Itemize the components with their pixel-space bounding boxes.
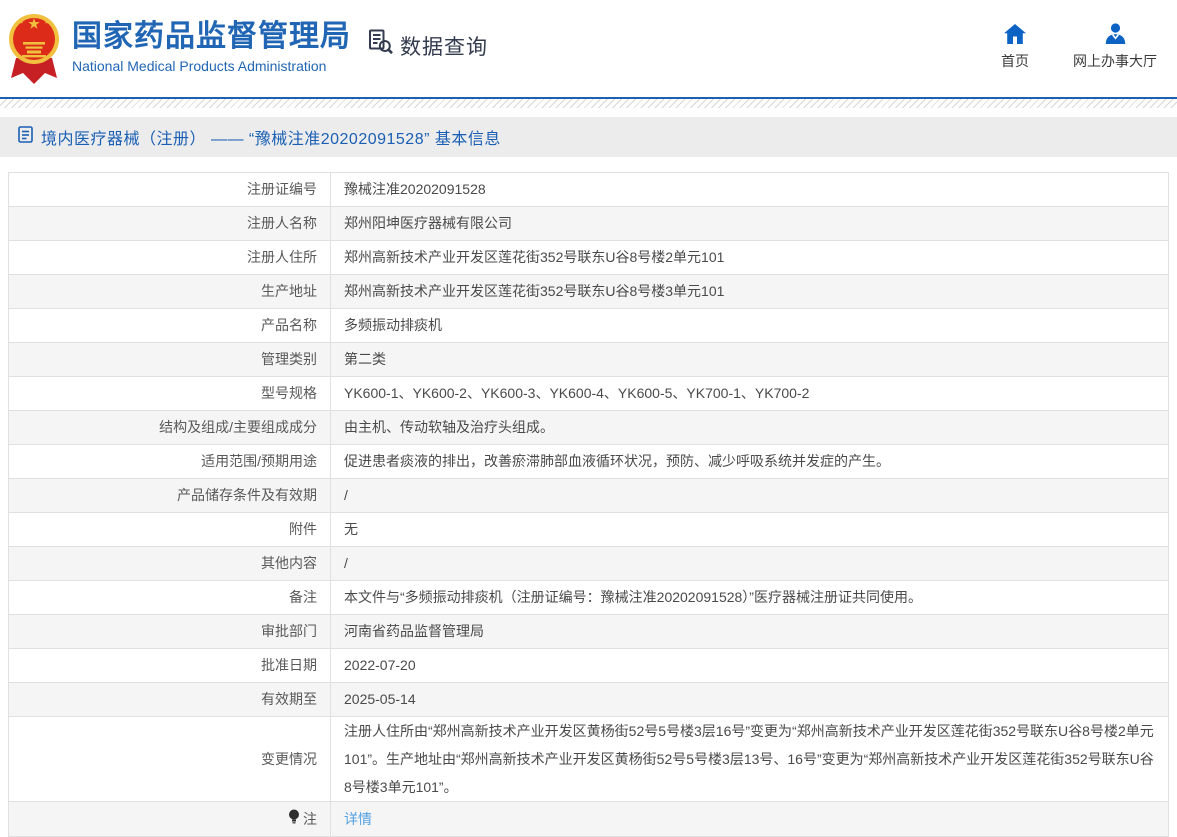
row-label: 产品名称 [8, 308, 331, 343]
table-row: 有效期至 2025-05-14 [8, 682, 1169, 717]
note-bulb-icon [288, 809, 300, 829]
row-label: 型号规格 [8, 376, 331, 411]
row-label: 生产地址 [8, 274, 331, 309]
row-value: 由主机、传动软轴及治疗头组成。 [330, 410, 1169, 445]
user-icon [1105, 22, 1126, 44]
page: 国家药品监督管理局 National Medical Products Admi… [0, 0, 1177, 837]
table-row: 注册人名称 郑州阳坤医疗器械有限公司 [8, 206, 1169, 241]
table-row: 管理类别 第二类 [8, 342, 1169, 377]
row-value: / [330, 546, 1169, 581]
document-search-icon [368, 29, 393, 62]
table-row: 生产地址 郑州高新技术产业开发区莲花街352号联东U谷8号楼3单元101 [8, 274, 1169, 309]
row-value: / [330, 478, 1169, 513]
nav-item-online-hall[interactable]: 网上办事大厅 [1073, 22, 1157, 71]
row-value: 河南省药品监督管理局 [330, 614, 1169, 649]
nav-item-label: 网上办事大厅 [1073, 53, 1157, 69]
nav-item-home[interactable]: 首页 [1001, 22, 1029, 71]
document-icon [18, 126, 33, 148]
row-value: 2022-07-20 [330, 648, 1169, 683]
row-value: 本文件与“多频振动排痰机（注册证编号：豫械注准20202091528）”医疗器械… [330, 580, 1169, 615]
registration-info-table: 注册证编号 豫械注准20202091528 注册人名称 郑州阳坤医疗器械有限公司… [8, 172, 1169, 837]
table-row: 注册证编号 豫械注准20202091528 [8, 172, 1169, 207]
row-label: 变更情况 [8, 716, 331, 802]
table-row: 产品储存条件及有效期 / [8, 478, 1169, 513]
row-value: 郑州高新技术产业开发区莲花街352号联东U谷8号楼3单元101 [330, 274, 1169, 309]
row-value: 促进患者痰液的排出，改善瘀滞肺部血液循环状况，预防、减少呼吸系统并发症的产生。 [330, 444, 1169, 479]
home-icon [1004, 22, 1026, 44]
row-label: 批准日期 [8, 648, 331, 683]
table-row: 审批部门 河南省药品监督管理局 [8, 614, 1169, 649]
row-value: 豫械注准20202091528 [330, 172, 1169, 207]
row-label: 其他内容 [8, 546, 331, 581]
row-label: 审批部门 [8, 614, 331, 649]
row-label: 适用范围/预期用途 [8, 444, 331, 479]
org-name-en: National Medical Products Administration [72, 57, 327, 74]
row-label: 结构及组成/主要组成成分 [8, 410, 331, 445]
table-row: 批准日期 2022-07-20 [8, 648, 1169, 683]
org-title-block: 国家药品监督管理局 National Medical Products Admi… [72, 8, 351, 74]
page-title-bar: 境内医疗器械（注册） —— “豫械注准20202091528” 基本信息 [0, 117, 1177, 157]
hatched-strip [0, 99, 1177, 108]
table-row-change-info: 变更情况 注册人住所由“郑州高新技术产业开发区黄杨街52号5号楼3层16号”变更… [8, 716, 1169, 802]
row-value: 2025-05-14 [330, 682, 1169, 717]
row-value: 无 [330, 512, 1169, 547]
detail-link[interactable]: 详情 [344, 811, 372, 827]
table-row: 注册人住所 郑州高新技术产业开发区莲花街352号联东U谷8号楼2单元101 [8, 240, 1169, 275]
table-row: 型号规格 YK600-1、YK600-2、YK600-3、YK600-4、YK6… [8, 376, 1169, 411]
data-query-label: 数据查询 [400, 35, 488, 59]
row-label: 注册人住所 [8, 240, 331, 275]
row-label: 注册人名称 [8, 206, 331, 241]
row-value: 郑州阳坤医疗器械有限公司 [330, 206, 1169, 241]
nmpa-logo[interactable]: 国家药品监督管理局 National Medical Products Admi… [8, 8, 351, 91]
row-value: YK600-1、YK600-2、YK600-3、YK600-4、YK600-5、… [330, 376, 1169, 411]
row-label: 附件 [8, 512, 331, 547]
site-header: 国家药品监督管理局 National Medical Products Admi… [0, 0, 1177, 97]
row-label: 备注 [8, 580, 331, 615]
row-label: 注 [288, 809, 317, 829]
row-value: 第二类 [330, 342, 1169, 377]
table-row: 备注 本文件与“多频振动排痰机（注册证编号：豫械注准20202091528）”医… [8, 580, 1169, 615]
org-name-cn: 国家药品监督管理局 [72, 20, 351, 53]
row-label: 注册证编号 [8, 172, 331, 207]
data-query-nav[interactable]: 数据查询 [368, 29, 488, 62]
row-value: 注册人住所由“郑州高新技术产业开发区黄杨街52号5号楼3层16号”变更为“郑州高… [330, 716, 1169, 802]
row-value: 多频振动排痰机 [330, 308, 1169, 343]
top-nav: 首页 网上办事大厅 [1001, 22, 1157, 71]
row-label: 有效期至 [8, 682, 331, 717]
nav-item-label: 首页 [1001, 53, 1029, 69]
table-row: 适用范围/预期用途 促进患者痰液的排出，改善瘀滞肺部血液循环状况，预防、减少呼吸… [8, 444, 1169, 479]
row-value: 郑州高新技术产业开发区莲花街352号联东U谷8号楼2单元101 [330, 240, 1169, 275]
table-row-note: 注 详情 [8, 801, 1169, 837]
table-row: 结构及组成/主要组成成分 由主机、传动软轴及治疗头组成。 [8, 410, 1169, 445]
page-title: 境内医疗器械（注册） —— “豫械注准20202091528” 基本信息 [41, 131, 501, 148]
row-label: 管理类别 [8, 342, 331, 377]
table-row: 附件 无 [8, 512, 1169, 547]
table-row: 产品名称 多频振动排痰机 [8, 308, 1169, 343]
row-label: 产品储存条件及有效期 [8, 478, 331, 513]
national-emblem-icon [8, 8, 60, 91]
table-row: 其他内容 / [8, 546, 1169, 581]
